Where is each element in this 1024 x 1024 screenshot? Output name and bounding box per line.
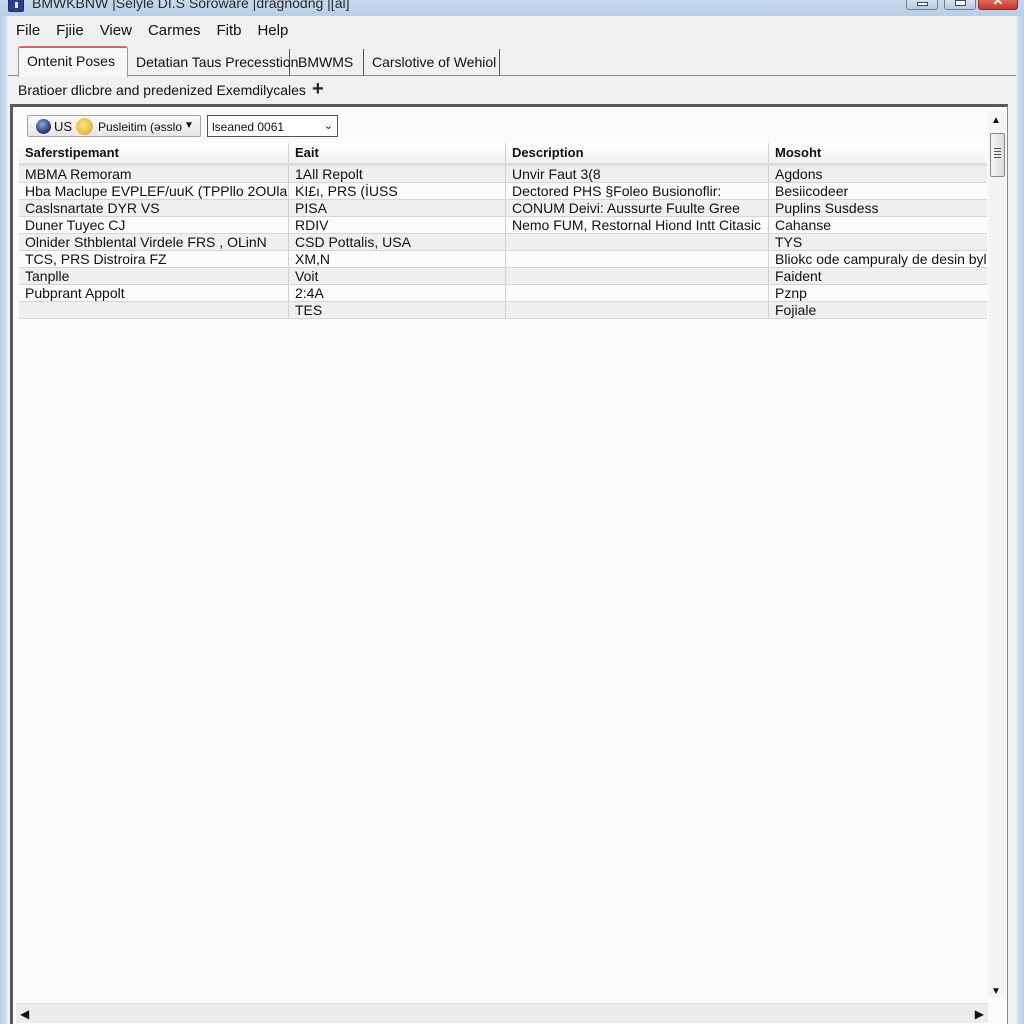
tab-detatian-taus[interactable]: Detatian Taus Precesstion <box>128 49 298 76</box>
chevron-down-icon: ⌄ <box>323 120 333 132</box>
section-subtitle: Bratioer dlicbre and predenized Exemdily… <box>18 82 306 98</box>
tab-ontenit-poses[interactable]: Ontenit Poses <box>18 46 128 77</box>
horizontal-scrollbar[interactable]: ◀ ▶ <box>16 1003 988 1023</box>
table-row[interactable]: Olnider Sthblental Virdele FRS , OLinN C… <box>19 234 987 251</box>
table-cell <box>506 302 769 318</box>
table-cell: TYS <box>775 234 803 250</box>
table-row[interactable]: Pubprant Appolt 2:4A Pznp <box>19 285 987 302</box>
minimize-button[interactable] <box>906 0 938 10</box>
location-name: Pusleitim (əsslo <box>98 120 183 134</box>
table-cell: Fojiale <box>775 302 817 318</box>
table-cell: Besiicodeer <box>775 183 849 199</box>
tab-carslotive[interactable]: Carslotive of Wehiol <box>364 49 500 76</box>
table-cell <box>506 268 769 284</box>
table-row[interactable]: TES Fojiale <box>19 302 987 319</box>
table-cell: CSD Pottalis, USA <box>289 234 506 250</box>
table-row[interactable]: Caslsnartate DYR VS PISA CONUM Deivi: Au… <box>19 200 987 217</box>
content-panel: US Pusleitim (əsslo ▼ lseaned 0061 ⌄ Saf… <box>10 104 1008 1024</box>
table-cell: PISA <box>289 200 506 216</box>
grip-icon <box>994 148 1001 158</box>
table-cell: Tanplle <box>19 268 289 284</box>
table-row[interactable]: TCS, PRS Distroira FZ XM,N Bliokc ode ca… <box>19 251 987 268</box>
add-button[interactable]: + <box>312 78 324 100</box>
maximize-button[interactable] <box>944 0 976 10</box>
table-cell: KI£ı, PRS (İUSS <box>289 183 506 199</box>
column-header[interactable]: Saferstipemant <box>19 143 289 163</box>
column-header[interactable]: Mosoht <box>769 143 987 163</box>
table-cell <box>506 251 769 267</box>
table-cell: Agdons <box>775 166 823 182</box>
window-title: BMWKBNW |Selyle DI.S Soroware |dragnodng… <box>32 0 350 11</box>
table-cell: RDIV <box>289 217 506 233</box>
table-cell: Nemo FUM, Restornal Hiond Intt Citasic <box>506 217 769 233</box>
column-header[interactable]: Description <box>506 143 769 163</box>
table-cell: Hba Maclupe EVPLEF/uuK (TPPllo 2OUlan.) <box>19 183 289 199</box>
location-dropdown[interactable]: US Pusleitim (əsslo ▼ <box>27 115 201 137</box>
vertical-scroll-thumb[interactable] <box>990 133 1005 177</box>
table-cell: Pznp <box>775 285 807 301</box>
chevron-down-icon: ▼ <box>184 120 194 131</box>
vertical-scrollbar[interactable]: ▲ ▼ <box>988 111 1006 997</box>
column-header[interactable]: Eait <box>289 143 506 163</box>
table-cell: TCS, PRS Distroira FZ <box>19 251 289 267</box>
smiley-icon <box>76 118 93 135</box>
scan-select-value: lseaned 0061 <box>212 120 285 134</box>
table-cell: Dectored PHS §Foleo Busionoflir: <box>506 183 769 199</box>
table-row[interactable]: MBMA Remoram 1All Repolt Unvir Faut 3(8 … <box>19 166 987 183</box>
menu-fitb[interactable]: Fitb <box>208 20 249 42</box>
menu-help[interactable]: Help <box>249 20 296 42</box>
table-cell: Puplins Susdess <box>775 200 879 216</box>
table-cell: Olnider Sthblental Virdele FRS , OLinN <box>19 234 289 250</box>
scan-select[interactable]: lseaned 0061 ⌄ <box>207 115 338 137</box>
globe-icon <box>36 119 51 134</box>
close-button[interactable]: ✕ <box>978 0 1018 10</box>
table-row[interactable]: Hba Maclupe EVPLEF/uuK (TPPllo 2OUlan.) … <box>19 183 987 200</box>
tab-strip: Ontenit Poses Detatian Taus Precesstion … <box>8 46 1016 77</box>
close-icon: ✕ <box>992 0 1004 8</box>
table-cell <box>506 285 769 301</box>
menu-file[interactable]: File <box>8 20 48 42</box>
menu-carmes[interactable]: Carmes <box>140 20 209 42</box>
table-cell: Unvir Faut 3(8 <box>506 166 769 182</box>
table-cell: Pubprant Appolt <box>19 285 289 301</box>
menu-view[interactable]: View <box>92 20 140 42</box>
menu-bar: File Fjiie View Carmes Fitb Help <box>8 20 296 42</box>
table-header: Saferstipemant Eait Description Mosoht <box>19 143 987 166</box>
scroll-left-icon[interactable]: ◀ <box>20 1007 36 1023</box>
table-cell: Caslsnartate DYR VS <box>19 200 289 216</box>
app-window: BMWKBNW |Selyle DI.S Soroware |dragnodng… <box>0 0 1024 1024</box>
menu-edit[interactable]: Fjiie <box>48 20 92 42</box>
table-cell: Duner Tuyec CJ <box>19 217 289 233</box>
data-table: Saferstipemant Eait Description Mosoht M… <box>19 143 987 319</box>
table-cell: XM,N <box>289 251 506 267</box>
location-country: US <box>54 119 73 134</box>
scroll-up-icon[interactable]: ▲ <box>991 115 1001 126</box>
table-row[interactable]: Duner Tuyec CJ RDIV Nemo FUM, Restornal … <box>19 217 987 234</box>
table-cell: CONUM Deivi: Aussurte Fuulte Gree <box>506 200 769 216</box>
scroll-right-icon[interactable]: ▶ <box>975 1007 984 1021</box>
table-cell: MBMA Remoram <box>19 166 289 182</box>
table-cell: 2:4A <box>289 285 506 301</box>
table-cell <box>506 234 769 250</box>
table-cell: Cahanse <box>775 217 832 233</box>
table-cell: Voit <box>289 268 506 284</box>
tab-bmwms[interactable]: BMWMS <box>290 49 364 76</box>
scroll-down-icon[interactable]: ▼ <box>991 986 1001 997</box>
table-cell: TES <box>289 302 506 318</box>
table-row[interactable]: Tanplle Voit Faident <box>19 268 987 285</box>
title-bar: BMWKBNW |Selyle DI.S Soroware |dragnodng… <box>0 0 1024 16</box>
table-cell: Bliokc ode campuraly de desin bylc <box>775 251 987 267</box>
app-icon <box>8 0 24 12</box>
maximize-icon <box>955 0 966 6</box>
table-cell <box>19 302 289 318</box>
table-cell: 1All Repolt <box>289 166 506 182</box>
table-cell: Faident <box>775 268 822 284</box>
minimize-icon <box>917 2 928 6</box>
